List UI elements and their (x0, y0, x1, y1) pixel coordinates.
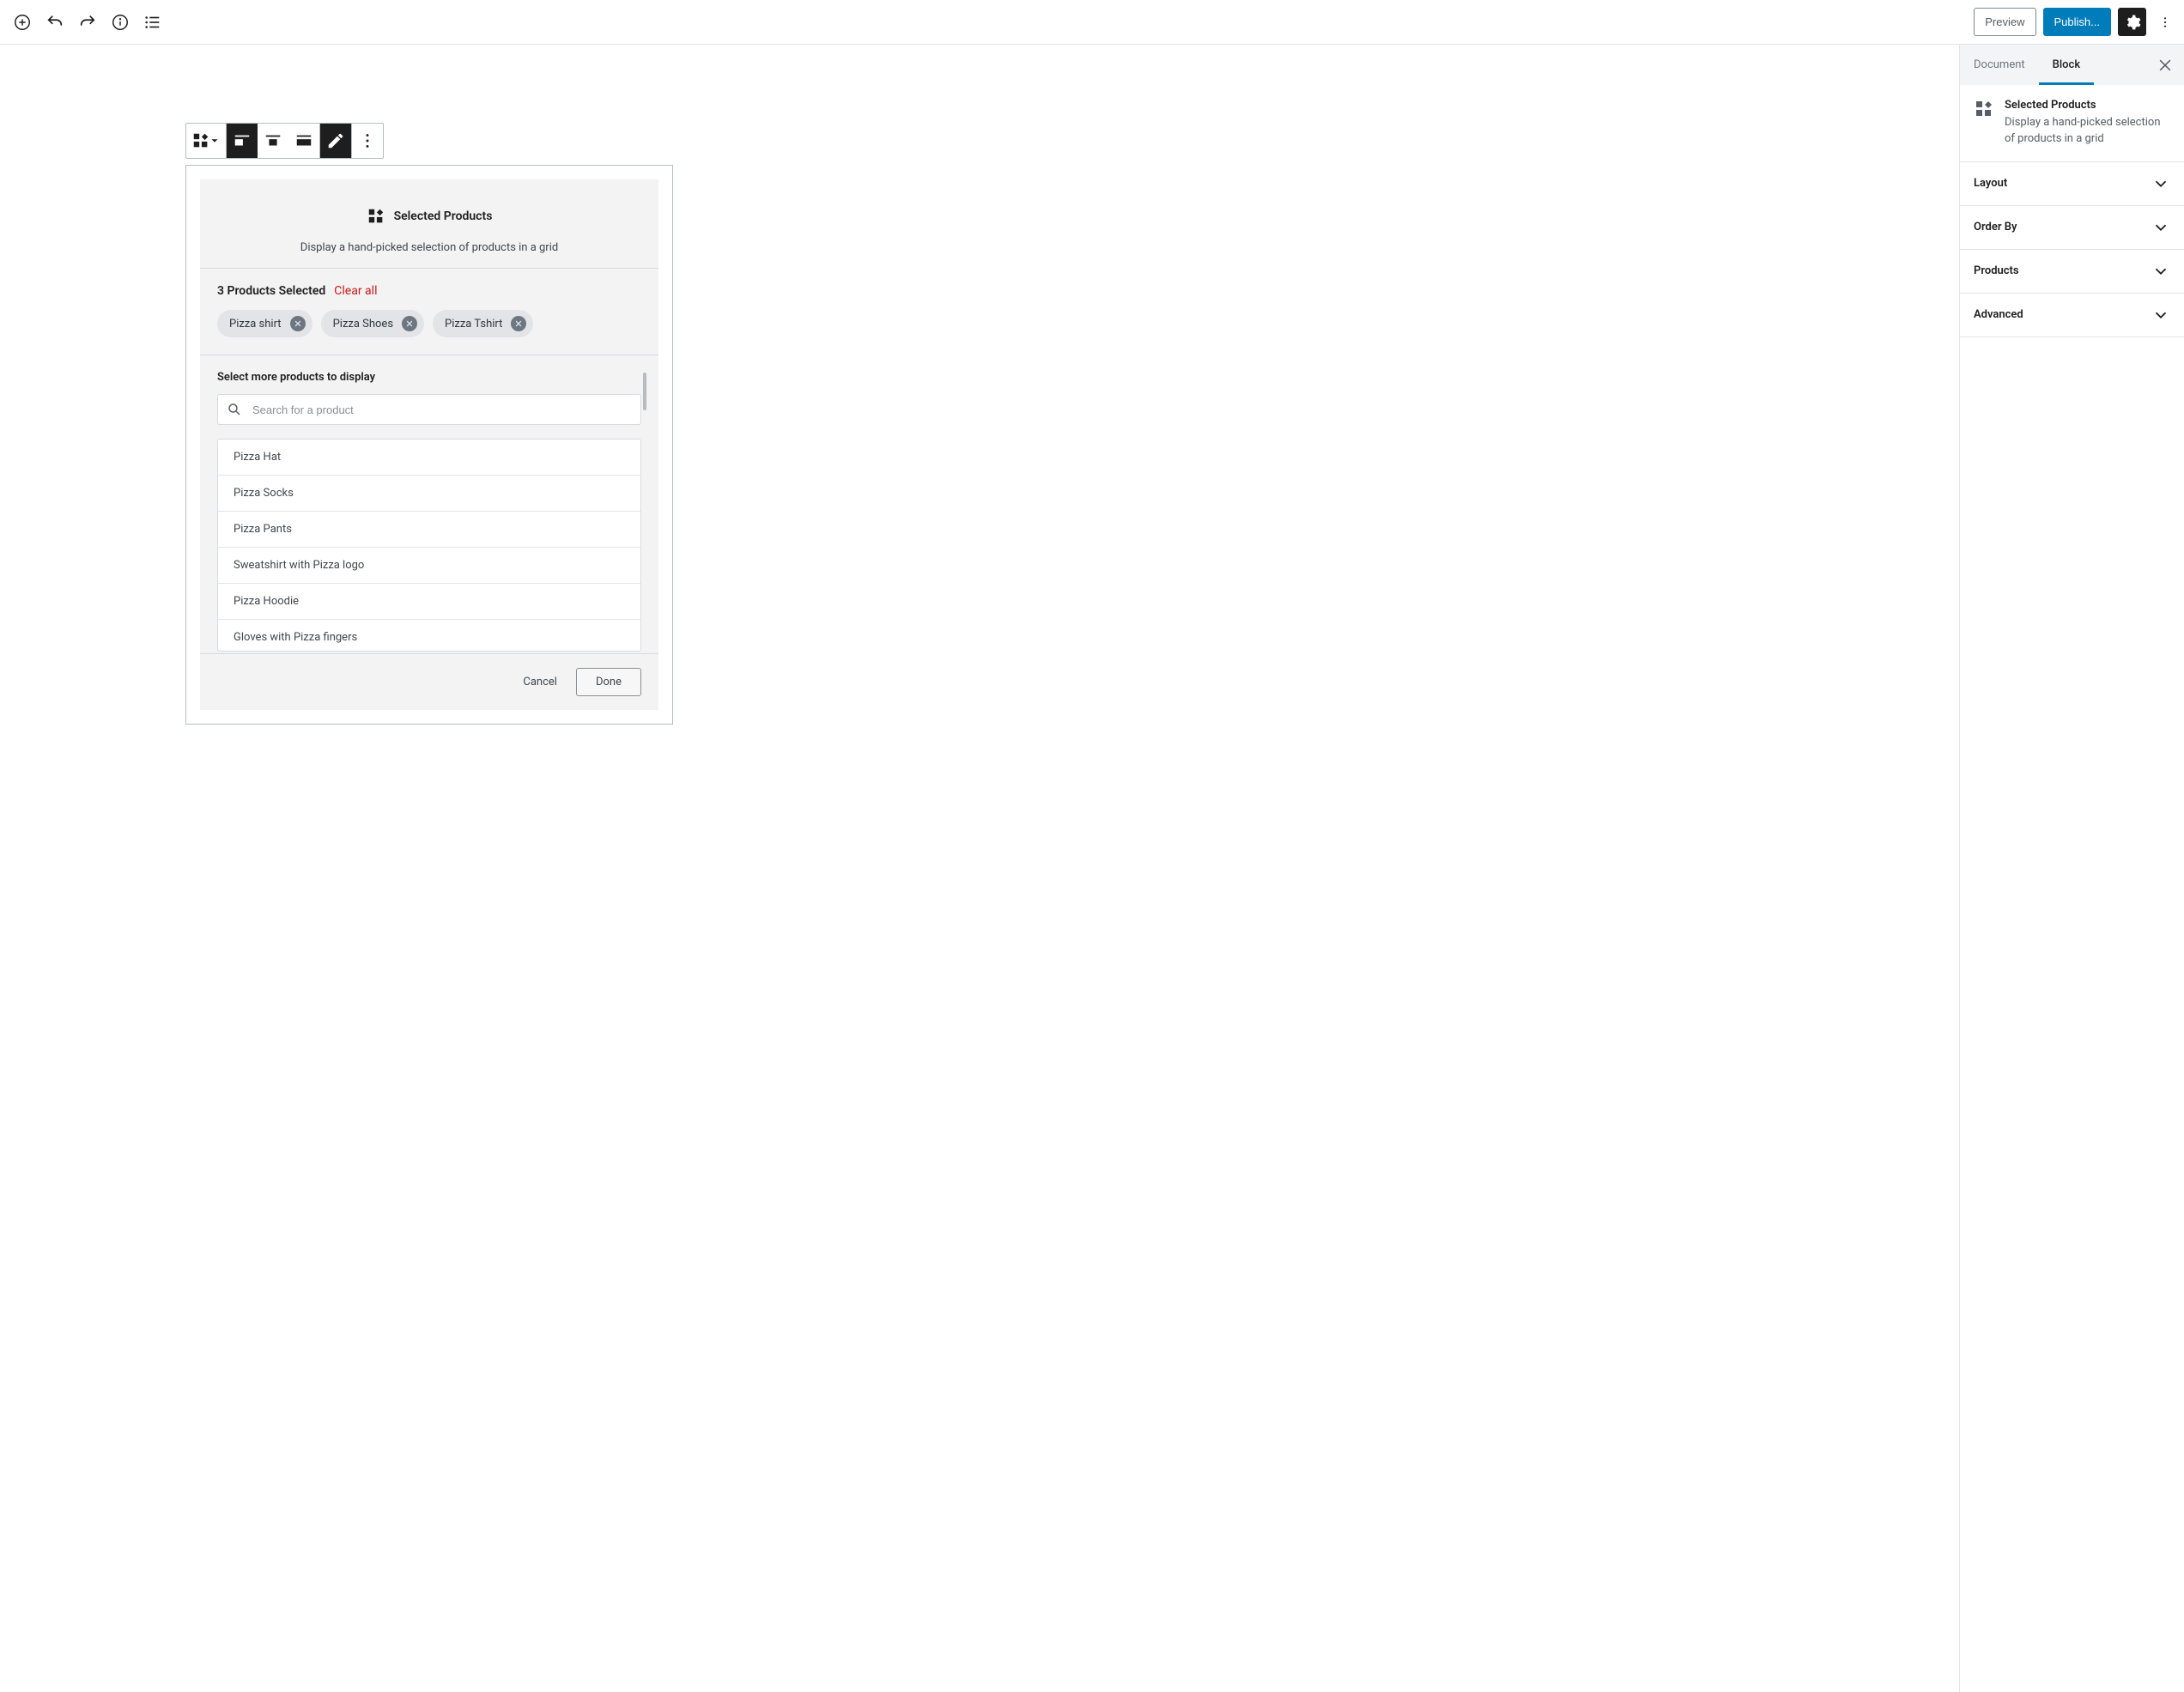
plus-circle-icon (13, 13, 32, 32)
undo-button[interactable] (39, 7, 70, 38)
grid-blocks-icon (191, 131, 210, 150)
panel-label: Layout (1974, 177, 2007, 190)
add-block-button[interactable] (7, 7, 38, 38)
panel-layout[interactable]: Layout (1960, 162, 2184, 205)
align-left-button[interactable] (227, 124, 258, 158)
chevron-down-icon (2151, 218, 2170, 237)
block-more-button[interactable] (352, 124, 383, 158)
cancel-button[interactable]: Cancel (523, 676, 557, 688)
undo-icon (46, 13, 64, 32)
selected-count-label: 3 Products Selected (217, 284, 325, 298)
selected-chip: Pizza shirt (217, 310, 312, 337)
editor-canvas[interactable]: Selected Products Display a hand-picked … (0, 45, 1959, 1692)
selected-chip: Pizza Tshirt (433, 310, 533, 337)
grid-blocks-icon (367, 207, 385, 226)
tab-block[interactable]: Block (2039, 45, 2094, 85)
scroll-indicator (643, 373, 646, 410)
more-vertical-icon (2158, 13, 2172, 32)
chip-remove-button[interactable] (290, 316, 306, 331)
outline-button[interactable] (137, 7, 168, 38)
selected-chips: Pizza shirt Pizza Shoes Pizza Tshirt (217, 310, 641, 337)
search-input[interactable] (251, 403, 632, 417)
chevron-down-icon (2151, 262, 2170, 281)
block-card-description: Display a hand-picked selection of produ… (2005, 115, 2170, 148)
panel-advanced[interactable]: Advanced (1960, 294, 2184, 337)
panel-label: Products (1974, 264, 2019, 277)
info-button[interactable] (105, 7, 136, 38)
settings-button[interactable] (2118, 8, 2146, 36)
align-full-button[interactable] (288, 124, 319, 158)
edit-mode-button[interactable] (320, 124, 351, 158)
publish-button[interactable]: Publish... (2043, 8, 2111, 36)
clear-all-button[interactable]: Clear all (334, 284, 377, 298)
settings-sidebar: Document Block Selected Products Display… (1959, 45, 2184, 1692)
selected-chip: Pizza Shoes (321, 310, 424, 337)
close-icon (405, 319, 414, 328)
panel-order-by[interactable]: Order By (1960, 206, 2184, 249)
done-button[interactable]: Done (576, 668, 641, 696)
close-sidebar-button[interactable] (2146, 45, 2184, 85)
more-menu-button[interactable] (2153, 7, 2177, 38)
panel-label: Order By (1974, 221, 2017, 233)
product-search-field[interactable] (217, 394, 641, 425)
product-result-item[interactable]: Sweatshirt with Pizza logo (218, 548, 640, 584)
align-center-button[interactable] (258, 124, 288, 158)
pencil-icon (326, 131, 345, 150)
more-vertical-icon (358, 131, 377, 150)
chip-remove-button[interactable] (402, 316, 417, 331)
chip-label: Pizza Tshirt (445, 318, 502, 331)
close-icon (294, 319, 302, 328)
redo-button[interactable] (72, 7, 103, 38)
product-result-item[interactable]: Pizza Hat (218, 440, 640, 476)
list-icon (143, 13, 162, 32)
redo-icon (78, 13, 97, 32)
chip-label: Pizza Shoes (333, 318, 393, 331)
chevron-down-icon (2151, 174, 2170, 193)
product-result-item[interactable]: Gloves with Pizza fingers (218, 620, 640, 652)
product-result-item[interactable]: Pizza Hoodie (218, 584, 640, 620)
chip-label: Pizza shirt (229, 318, 282, 331)
close-icon (514, 319, 523, 328)
chevron-down-icon (209, 135, 221, 147)
panel-label: Advanced (1974, 308, 2023, 321)
product-result-item[interactable]: Pizza Socks (218, 476, 640, 512)
align-full-icon (294, 131, 313, 150)
block-info-card: Selected Products Display a hand-picked … (1960, 85, 2184, 162)
top-toolbar: Preview Publish... (0, 0, 2184, 45)
selected-products-block: Selected Products Display a hand-picked … (185, 165, 673, 725)
align-center-icon (264, 131, 282, 150)
close-icon (2157, 57, 2174, 74)
block-card-title: Selected Products (2005, 99, 2170, 112)
chip-remove-button[interactable] (511, 316, 526, 331)
product-result-item[interactable]: Pizza Pants (218, 512, 640, 548)
block-description: Display a hand-picked selection of produ… (221, 241, 638, 254)
gear-icon (2124, 14, 2141, 31)
preview-button[interactable]: Preview (1974, 8, 2035, 36)
search-section-label: Select more products to display (217, 371, 641, 384)
info-icon (111, 13, 130, 32)
block-title: Selected Products (394, 209, 493, 223)
align-left-icon (233, 131, 252, 150)
panel-products[interactable]: Products (1960, 250, 2184, 293)
block-switcher-button[interactable] (186, 124, 226, 158)
grid-blocks-icon (1974, 99, 1994, 119)
product-results-list: Pizza Hat Pizza Socks Pizza Pants Sweats… (217, 439, 641, 652)
tab-document[interactable]: Document (1960, 45, 2039, 85)
chevron-down-icon (2151, 306, 2170, 324)
search-icon (227, 402, 242, 417)
block-toolbar (185, 123, 384, 159)
